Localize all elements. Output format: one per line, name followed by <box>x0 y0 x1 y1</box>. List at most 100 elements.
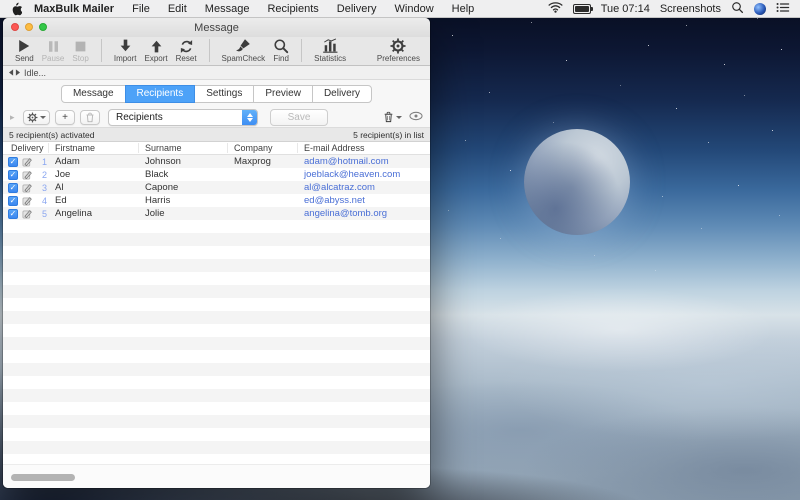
stop-button[interactable]: Stop <box>72 38 88 63</box>
menu-recipients[interactable]: Recipients <box>267 3 318 15</box>
horizontal-scrollbar[interactable] <box>3 464 430 488</box>
scrollbar-thumb[interactable] <box>11 474 75 481</box>
find-button[interactable]: Find <box>273 38 289 63</box>
delivery-checkbox[interactable]: ✓ <box>8 157 18 167</box>
status-text: Idle... <box>24 68 46 78</box>
menu-app-name[interactable]: MaxBulk Mailer <box>34 3 114 15</box>
column-header-firstname[interactable]: Firstname <box>49 143 139 153</box>
siri-icon[interactable] <box>754 3 766 15</box>
company-cell: Maxprog <box>228 156 298 167</box>
menu-window[interactable]: Window <box>395 3 434 15</box>
window-title-bar[interactable]: Message <box>3 18 430 37</box>
menu-bar: MaxBulk Mailer File Edit Message Recipients… <box>0 0 800 18</box>
column-header-company[interactable]: Company <box>228 143 298 153</box>
notification-list-icon[interactable] <box>776 2 790 16</box>
email-cell[interactable]: ed@abyss.net <box>298 195 430 206</box>
edit-recipient-icon[interactable] <box>22 170 32 180</box>
delivery-cell: ✓1 <box>3 157 49 167</box>
delete-recipient-button[interactable] <box>80 110 100 125</box>
toolbar: Send Pause Stop Import Export Reset SpamCheck F… <box>3 37 430 66</box>
toolbar-label: Send <box>15 54 34 63</box>
toolbar-label: Pause <box>42 54 65 63</box>
recipients-list-popup[interactable]: Recipients <box>108 109 258 126</box>
send-button[interactable]: Send <box>15 38 34 63</box>
statistics-icon <box>322 38 339 54</box>
toolbar-label: Import <box>114 54 137 63</box>
minimize-button[interactable] <box>25 23 33 31</box>
toolbar-label: Preferences <box>377 54 420 63</box>
table-row[interactable]: ✓5AngelinaJolieangelina@tomb.org <box>3 207 430 220</box>
edit-recipient-icon[interactable] <box>22 183 32 193</box>
email-cell[interactable]: al@alcatraz.com <box>298 182 430 193</box>
in-list-count: 5 recipient(s) in list <box>353 130 424 140</box>
menu-screenshots[interactable]: Screenshots <box>660 3 721 15</box>
edit-recipient-icon[interactable] <box>22 196 32 206</box>
reset-button[interactable]: Reset <box>176 38 197 63</box>
surname-cell: Black <box>139 169 228 180</box>
delivery-checkbox[interactable]: ✓ <box>8 170 18 180</box>
table-row[interactable]: ✓1AdamJohnsonMaxprogadam@hotmail.com <box>3 155 430 168</box>
email-cell[interactable]: adam@hotmail.com <box>298 156 430 167</box>
preview-eye-icon[interactable] <box>409 108 423 126</box>
status-strip: Idle... <box>3 66 430 80</box>
table-row[interactable]: ✓2JoeBlackjoeblack@heaven.com <box>3 168 430 181</box>
trash-menu-button[interactable] <box>383 111 402 123</box>
send-icon <box>16 38 32 54</box>
add-recipient-button[interactable]: + <box>55 110 75 125</box>
delivery-checkbox[interactable]: ✓ <box>8 183 18 193</box>
menu-clock[interactable]: Tue 07:14 <box>601 3 650 15</box>
row-number: 3 <box>32 183 49 193</box>
pause-button[interactable]: Pause <box>42 38 65 63</box>
firstname-cell: Joe <box>49 169 139 180</box>
edit-recipient-icon[interactable] <box>22 157 32 167</box>
menu-delivery[interactable]: Delivery <box>337 3 377 15</box>
column-header-delivery[interactable]: Delivery <box>3 143 49 153</box>
zoom-button[interactable] <box>39 23 47 31</box>
table-row[interactable]: ✓4EdHarrised@abyss.net <box>3 194 430 207</box>
column-header-surname[interactable]: Surname <box>139 143 228 153</box>
edit-recipient-icon[interactable] <box>22 209 32 219</box>
delivery-cell: ✓4 <box>3 196 49 206</box>
import-button[interactable]: Import <box>114 38 137 63</box>
email-cell[interactable]: angelina@tomb.org <box>298 208 430 219</box>
spamcheck-button[interactable]: SpamCheck <box>222 38 266 63</box>
import-icon <box>118 38 133 54</box>
table-row[interactable]: ✓3AlCaponeal@alcatraz.com <box>3 181 430 194</box>
column-header-e-mail-address[interactable]: E-mail Address <box>298 143 430 153</box>
row-number: 2 <box>32 170 49 180</box>
stop-icon <box>73 38 88 54</box>
spotlight-icon[interactable] <box>731 1 744 17</box>
gear-menu-button[interactable] <box>23 110 50 125</box>
tab-recipients[interactable]: Recipients <box>125 85 196 103</box>
tab-settings[interactable]: Settings <box>194 85 254 103</box>
statistics-button[interactable]: Statistics <box>314 38 346 63</box>
apple-menu-icon[interactable] <box>10 2 22 16</box>
close-button[interactable] <box>11 23 19 31</box>
email-cell[interactable]: joeblack@heaven.com <box>298 169 430 180</box>
export-button[interactable]: Export <box>145 38 168 63</box>
firstname-cell: Angelina <box>49 208 139 219</box>
run-script-icon[interactable]: ▸ <box>10 112 18 123</box>
delivery-cell: ✓2 <box>3 170 49 180</box>
battery-icon[interactable] <box>573 4 591 14</box>
preferences-icon <box>390 38 406 54</box>
save-button[interactable]: Save <box>270 109 328 126</box>
toolbar-separator <box>209 39 210 62</box>
menu-edit[interactable]: Edit <box>168 3 187 15</box>
reset-icon <box>179 38 194 54</box>
tab-delivery[interactable]: Delivery <box>312 85 372 103</box>
tab-message[interactable]: Message <box>61 85 126 103</box>
wifi-icon[interactable] <box>548 1 563 16</box>
counts-bar: 5 recipient(s) activated 5 recipient(s) … <box>3 127 430 142</box>
toolbar-label: Stop <box>72 54 88 63</box>
chevron-down-icon <box>396 116 402 119</box>
menu-file[interactable]: File <box>132 3 150 15</box>
preferences-button[interactable]: Preferences <box>377 38 420 63</box>
menu-message[interactable]: Message <box>205 3 250 15</box>
menu-help[interactable]: Help <box>452 3 475 15</box>
popup-selected-value: Recipients <box>116 112 163 123</box>
delivery-checkbox[interactable]: ✓ <box>8 196 18 206</box>
toolbar-label: Reset <box>176 54 197 63</box>
delivery-checkbox[interactable]: ✓ <box>8 209 18 219</box>
tab-preview[interactable]: Preview <box>253 85 313 103</box>
